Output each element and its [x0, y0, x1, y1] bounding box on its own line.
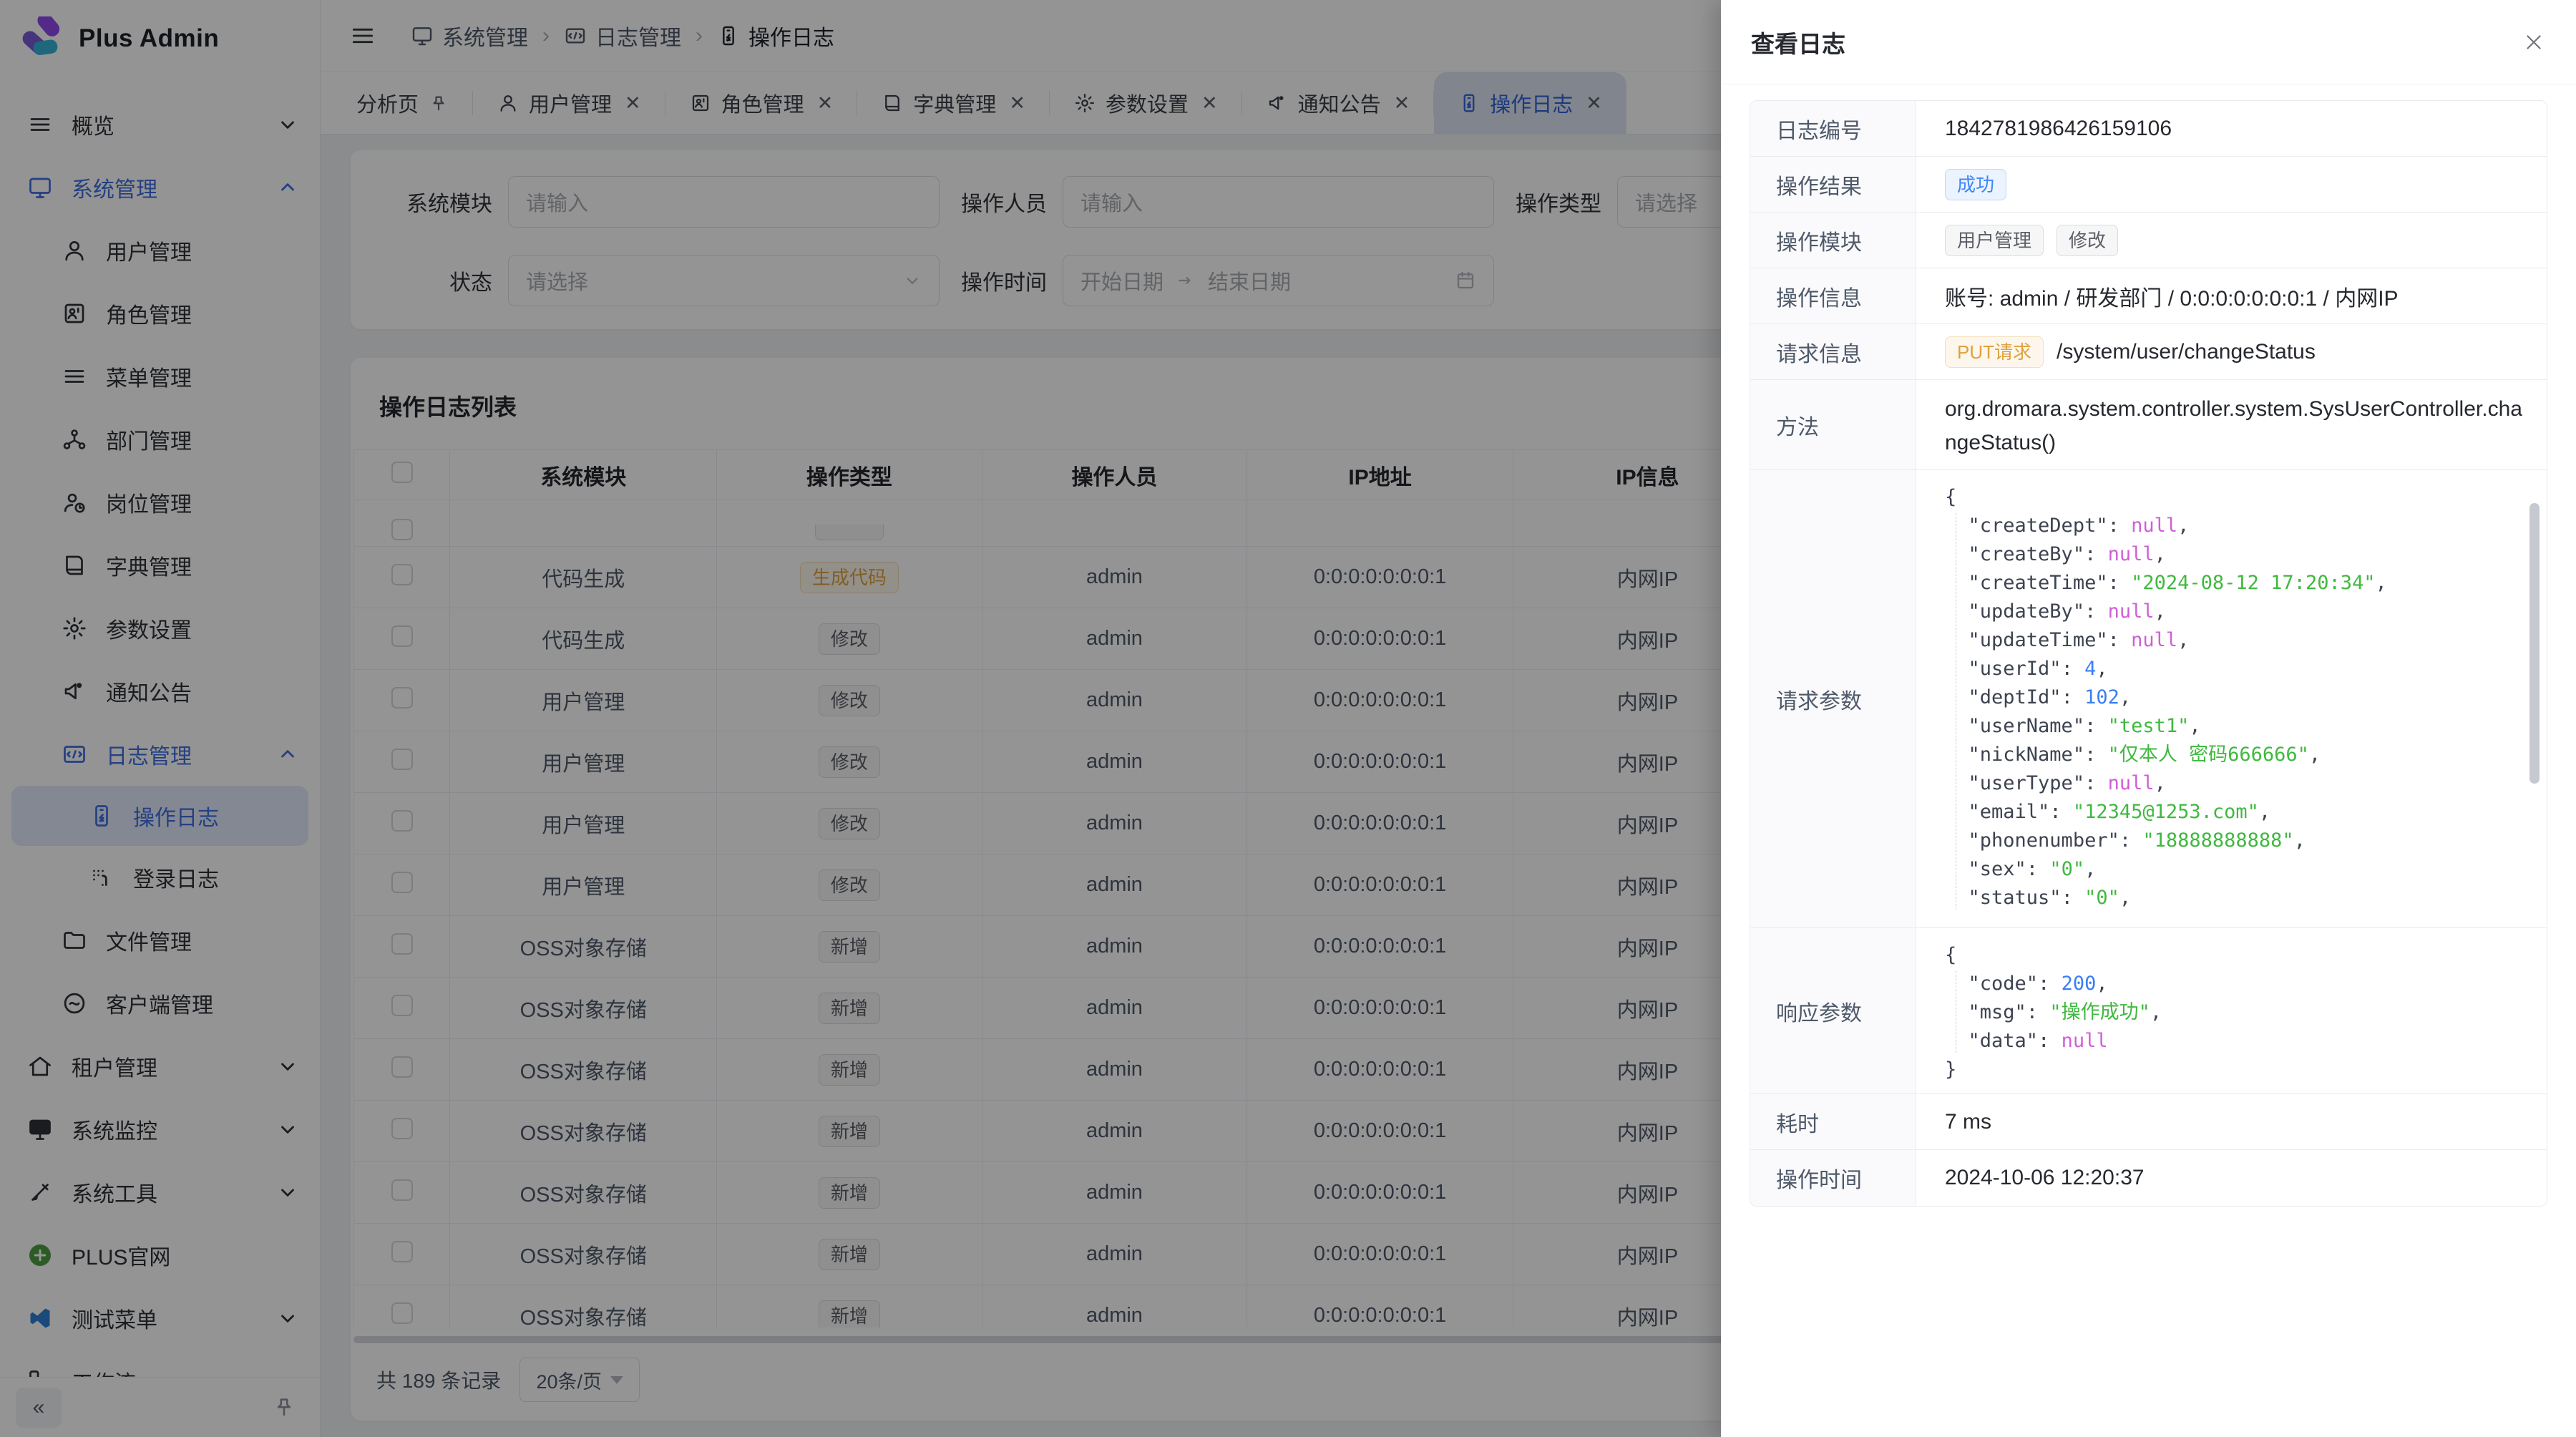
- field-info: 操作信息 账号: admin / 研发部门 / 0:0:0:0:0:0:0:1 …: [1750, 268, 2547, 324]
- field-op-time-value: 2024-10-06 12:20:37: [1916, 1150, 2547, 1206]
- field-response-params-label: 响应参数: [1750, 928, 1916, 1093]
- module-tag: 用户管理: [1945, 225, 2044, 256]
- module-action-tag: 修改: [2057, 225, 2118, 256]
- screen: Plus Admin 概览系统管理用户管理角色管理菜单管理部门管理岗位管理字典管…: [0, 0, 2576, 1437]
- result-tag: 成功: [1945, 169, 2006, 200]
- field-module: 操作模块 用户管理 修改: [1750, 213, 2547, 268]
- field-duration: 耗时 7 ms: [1750, 1094, 2547, 1150]
- field-op-time: 操作时间 2024-10-06 12:20:37: [1750, 1150, 2547, 1206]
- field-info-value: 账号: admin / 研发部门 / 0:0:0:0:0:0:0:1 / 内网I…: [1916, 268, 2547, 323]
- drawer-header: 查看日志: [1721, 0, 2576, 84]
- field-request: 请求信息 PUT请求 /system/user/changeStatus: [1750, 324, 2547, 380]
- field-result-label: 操作结果: [1750, 157, 1916, 212]
- field-method-label: 方法: [1750, 380, 1916, 469]
- field-method-value: org.dromara.system.controller.system.Sys…: [1916, 380, 2547, 469]
- close-icon[interactable]: [2522, 30, 2546, 54]
- drawer-backdrop[interactable]: [0, 0, 1721, 1437]
- field-log-id-value: 1842781986426159106: [1916, 101, 2547, 156]
- field-request-params-label: 请求参数: [1750, 470, 1916, 927]
- field-op-time-label: 操作时间: [1750, 1150, 1916, 1206]
- field-request-params: 请求参数 { "createDept": null, "createBy": n…: [1750, 470, 2547, 928]
- field-module-label: 操作模块: [1750, 213, 1916, 268]
- field-duration-label: 耗时: [1750, 1094, 1916, 1149]
- field-result: 操作结果 成功: [1750, 157, 2547, 213]
- http-method-tag: PUT请求: [1945, 336, 2044, 368]
- code-scrollbar-thumb[interactable]: [2529, 503, 2540, 784]
- response-params-code-block: { "code": 200, "msg": "操作成功", "data": nu…: [1916, 928, 2547, 1093]
- field-request-label: 请求信息: [1750, 324, 1916, 379]
- request-params-code-block: { "createDept": null, "createBy": null, …: [1916, 470, 2547, 927]
- field-duration-value: 7 ms: [1916, 1094, 2547, 1149]
- drawer-title: 查看日志: [1751, 25, 1845, 59]
- field-info-label: 操作信息: [1750, 268, 1916, 323]
- field-log-id: 日志编号 1842781986426159106: [1750, 101, 2547, 157]
- field-response-params: 响应参数 { "code": 200, "msg": "操作成功", "data…: [1750, 928, 2547, 1094]
- field-log-id-label: 日志编号: [1750, 101, 1916, 156]
- log-detail-table: 日志编号 1842781986426159106 操作结果 成功 操作模块 用户…: [1750, 100, 2547, 1207]
- field-method: 方法 org.dromara.system.controller.system.…: [1750, 380, 2547, 470]
- log-detail-drawer: 查看日志 日志编号 1842781986426159106 操作结果 成功 操作…: [1721, 0, 2576, 1437]
- request-url: /system/user/changeStatus: [2057, 340, 2316, 364]
